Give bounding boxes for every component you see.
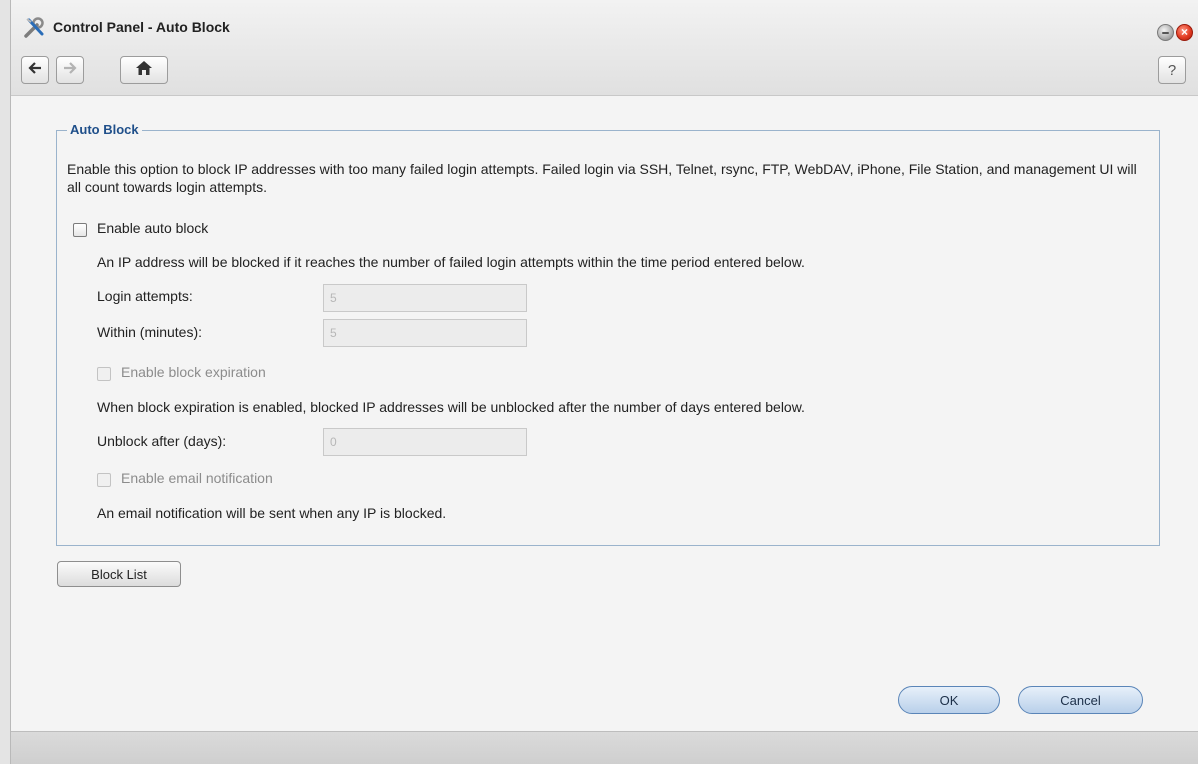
group-legend: Auto Block: [67, 122, 142, 137]
forward-arrow-icon: [63, 61, 77, 79]
enable-email-notification-label[interactable]: Enable email notification: [121, 470, 273, 486]
cancel-button[interactable]: Cancel: [1018, 686, 1143, 714]
forward-button[interactable]: [56, 56, 84, 84]
title-bar: Control Panel - Auto Block × ?: [11, 0, 1198, 96]
unblock-after-label: Unblock after (days):: [97, 433, 227, 449]
status-bar: [11, 731, 1198, 764]
block-list-button[interactable]: Block List: [57, 561, 181, 587]
window-title: Control Panel - Auto Block: [53, 19, 230, 35]
auto-block-description: Enable this option to block IP addresses…: [67, 161, 1137, 195]
tools-icon: [23, 17, 45, 39]
minimize-icon[interactable]: [1157, 24, 1174, 41]
help-icon: ?: [1167, 61, 1177, 79]
within-minutes-label: Within (minutes):: [97, 324, 203, 340]
enable-block-expiration-label[interactable]: Enable block expiration: [121, 364, 266, 380]
login-attempts-label: Login attempts:: [97, 288, 193, 304]
control-panel-window: Control Panel - Auto Block × ? Auto Bloc…: [10, 0, 1198, 764]
auto-block-group: Auto Block Enable this option to block I…: [56, 122, 1160, 546]
email-info-text: An email notification will be sent when …: [97, 505, 447, 521]
block-info-text: An IP address will be blocked if it reac…: [97, 254, 805, 270]
enable-auto-block-label[interactable]: Enable auto block: [97, 220, 208, 236]
home-icon: [136, 60, 152, 80]
enable-email-notification-checkbox[interactable]: [97, 473, 111, 487]
content-area: Auto Block Enable this option to block I…: [11, 97, 1198, 731]
login-attempts-input[interactable]: 5: [323, 284, 527, 312]
back-arrow-icon: [28, 61, 42, 79]
ok-button[interactable]: OK: [898, 686, 1000, 714]
enable-block-expiration-checkbox[interactable]: [97, 367, 111, 381]
unblock-after-input[interactable]: 0: [323, 428, 527, 456]
close-icon[interactable]: ×: [1176, 24, 1193, 41]
help-button[interactable]: ?: [1158, 56, 1186, 84]
enable-auto-block-checkbox[interactable]: [73, 223, 87, 237]
back-button[interactable]: [21, 56, 49, 84]
expiration-info-text: When block expiration is enabled, blocke…: [97, 399, 805, 415]
within-minutes-input[interactable]: 5: [323, 319, 527, 347]
home-button[interactable]: [120, 56, 168, 84]
